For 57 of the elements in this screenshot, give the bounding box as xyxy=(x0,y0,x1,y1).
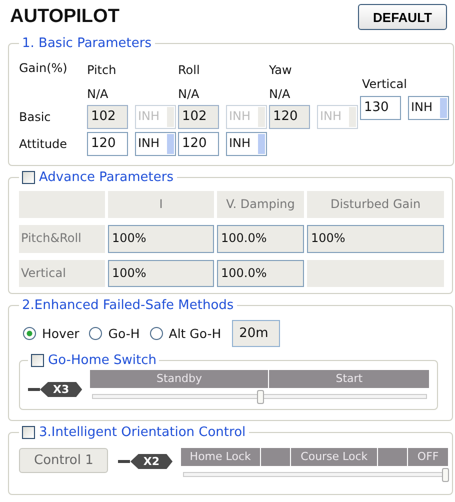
control-button[interactable]: Control 1 xyxy=(19,448,108,473)
row-label: Vertical xyxy=(19,260,105,287)
status-text: N/A xyxy=(269,86,292,101)
number-field[interactable]: 120 xyxy=(178,132,219,156)
channel-tag: X3 xyxy=(40,382,82,397)
section-title: 2.Enhanced Failed-Safe Methods xyxy=(22,298,234,313)
row-label: Basic xyxy=(19,110,52,124)
radio-label: Alt Go-H xyxy=(168,326,222,341)
switch-segment xyxy=(261,448,290,466)
radio-label: Go-H xyxy=(108,326,140,341)
slider-thumb[interactable] xyxy=(256,390,264,404)
column-label: Roll xyxy=(178,63,201,79)
status-text: N/A xyxy=(87,86,110,101)
slider-thumb[interactable] xyxy=(442,468,449,482)
default-button[interactable]: DEFAULT xyxy=(358,4,447,30)
value-field[interactable]: 100% xyxy=(307,225,444,253)
switch-position: Course Lock xyxy=(291,448,377,466)
section-title: Advance Parameters xyxy=(39,170,174,185)
checkbox[interactable] xyxy=(31,354,44,367)
number-field[interactable]: 130 xyxy=(360,96,401,120)
section-title: Go-Home Switch xyxy=(48,353,156,368)
row-label: Attitude xyxy=(19,136,68,150)
value-field[interactable]: 100% xyxy=(108,260,214,287)
mode-dropdown[interactable]: INH xyxy=(408,96,449,120)
value-field[interactable]: 100.0% xyxy=(217,260,304,287)
row-label: Pitch&Roll xyxy=(19,225,105,253)
cable-icon xyxy=(118,460,130,463)
cable-icon xyxy=(28,388,40,391)
column-header: Disturbed Gain xyxy=(307,191,444,218)
column-label: Yaw xyxy=(269,63,293,79)
status-text: N/A xyxy=(178,86,200,101)
radio-button[interactable] xyxy=(150,327,163,340)
value-field[interactable]: 100.0% xyxy=(217,225,304,253)
section-title: 1. Basic Parameters xyxy=(22,36,152,51)
gain-label: Gain(%) xyxy=(19,61,68,75)
switch-position: Start xyxy=(269,370,429,388)
column-label: Vertical xyxy=(361,76,408,91)
checkbox[interactable] xyxy=(22,171,35,184)
section-title: 3.Intelligent Orientation Control xyxy=(39,425,246,440)
switch-position: OFF xyxy=(408,448,448,466)
page-title: AUTOPILOT xyxy=(10,6,120,28)
number-field[interactable]: 120 xyxy=(87,132,128,156)
channel-tag: X2 xyxy=(130,454,173,469)
mode-dropdown[interactable]: INH xyxy=(135,132,176,156)
column-label: Pitch xyxy=(87,63,118,79)
switch-segment xyxy=(378,448,408,466)
switch-position: Home Lock xyxy=(180,448,260,466)
column-header: I xyxy=(108,191,214,218)
radio-button[interactable] xyxy=(89,327,102,340)
mode-dropdown[interactable]: INH xyxy=(226,132,267,156)
column-header: V. Damping xyxy=(217,191,304,218)
altitude-field[interactable]: 20m xyxy=(232,320,280,347)
radio-label: Hover xyxy=(42,326,80,341)
checkbox[interactable] xyxy=(22,426,35,439)
switch-position: Standby xyxy=(90,370,268,388)
value-field[interactable]: 100% xyxy=(108,225,214,253)
radio-button[interactable] xyxy=(23,327,36,340)
